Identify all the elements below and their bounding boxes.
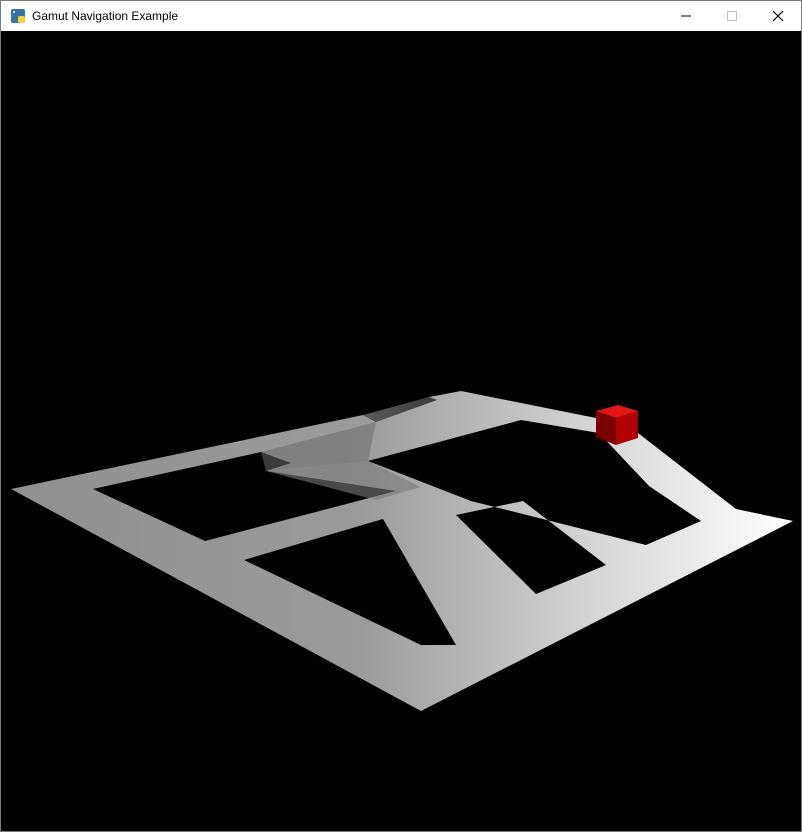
close-icon <box>772 10 784 22</box>
3d-viewport[interactable] <box>1 31 801 831</box>
navigation-scene <box>11 391 793 711</box>
close-button[interactable] <box>755 1 801 31</box>
title-bar[interactable]: Gamut Navigation Example <box>1 1 801 31</box>
python-icon <box>10 8 26 24</box>
minimize-icon <box>681 15 691 17</box>
maximize-button[interactable] <box>709 1 755 31</box>
minimize-button[interactable] <box>663 1 709 31</box>
navigation-floor <box>11 391 793 711</box>
red-cube-agent <box>596 405 638 445</box>
window-title: Gamut Navigation Example <box>32 9 179 23</box>
window-controls <box>663 1 801 31</box>
app-window: Gamut Navigation Example <box>0 0 802 832</box>
maximize-icon <box>727 11 737 21</box>
